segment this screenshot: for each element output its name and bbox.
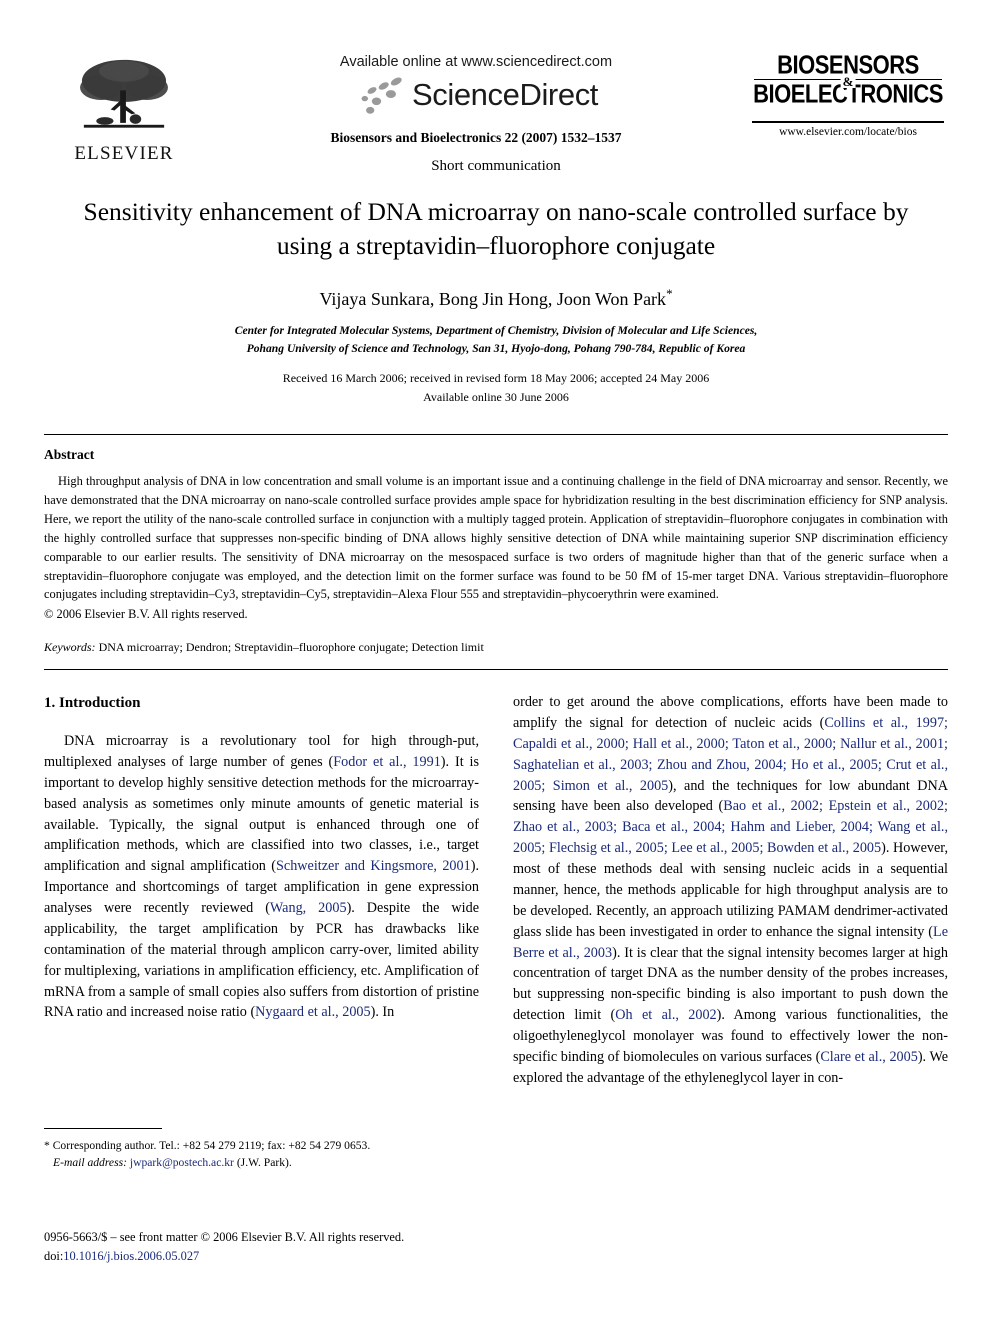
sciencedirect-wordmark: ScienceDirect bbox=[411, 77, 599, 112]
keywords: Keywords: DNA microarray; Dendron; Strep… bbox=[44, 640, 948, 655]
footnote-rule bbox=[44, 1128, 162, 1129]
email-label: E-mail address: bbox=[53, 1156, 127, 1170]
email-link[interactable]: jwpark@postech.ac.kr bbox=[130, 1156, 234, 1169]
citation-link[interactable]: Clare et al., 2005 bbox=[820, 1049, 918, 1065]
journal-logo-bottom-rule bbox=[752, 121, 944, 123]
email-note: E-mail address: jwpark@postech.ac.kr (J.… bbox=[44, 1154, 479, 1171]
journal-logo: BIOSENSORS BIOELECTRONICS & bbox=[748, 51, 948, 107]
body-text: ). It is important to develop highly sen… bbox=[44, 753, 479, 875]
abstract-heading: Abstract bbox=[44, 447, 95, 463]
body-text: ). In bbox=[370, 1004, 395, 1021]
journal-logo-ampersand: & bbox=[840, 74, 856, 89]
right-column: order to get around the above complicati… bbox=[513, 692, 948, 1089]
body-text: ). Despite the wide applicability, the t… bbox=[44, 900, 479, 1021]
journal-citation-line: Biosensors and Bioelectronics 22 (2007) … bbox=[330, 130, 622, 145]
abstract-section: Abstract High throughput analysis of DNA… bbox=[44, 435, 948, 655]
keywords-value: DNA microarray; Dendron; Streptavidin–fl… bbox=[95, 640, 484, 655]
author-list: Vijaya Sunkara, Bong Jin Hong, Joon Won … bbox=[0, 286, 992, 310]
journal-branding: BIOSENSORS BIOELECTRONICS & www.elsevier… bbox=[748, 51, 948, 138]
abstract-body: High throughput analysis of DNA in low c… bbox=[44, 474, 948, 602]
sciencedirect-swoosh-icon bbox=[361, 77, 402, 114]
corresponding-author-note: * Corresponding author. Tel.: +82 54 279… bbox=[44, 1137, 479, 1154]
intro-paragraph-right: order to get around the above complicati… bbox=[513, 692, 948, 1089]
corresponding-text: Corresponding author. Tel.: +82 54 279 2… bbox=[49, 1139, 371, 1152]
body-columns: 1. Introduction DNA microarray is a revo… bbox=[44, 692, 948, 1089]
author-names: Vijaya Sunkara, Bong Jin Hong, Joon Won … bbox=[319, 289, 667, 310]
left-column: 1. Introduction DNA microarray is a revo… bbox=[44, 692, 479, 1089]
elsevier-wordmark: ELSEVIER bbox=[74, 143, 174, 164]
footnote-area: * Corresponding author. Tel.: +82 54 279… bbox=[44, 1128, 479, 1172]
email-owner: (J.W. Park). bbox=[233, 1156, 292, 1170]
issn-line: 0956-5663/$ – see front matter © 2006 El… bbox=[44, 1230, 405, 1244]
citation-link[interactable]: Schweitzer and Kingsmore, 2001 bbox=[276, 858, 471, 874]
elsevier-tree-icon bbox=[80, 59, 168, 128]
abstract-copyright: © 2006 Elsevier B.V. All rights reserved… bbox=[44, 607, 248, 622]
affiliation: Center for Integrated Molecular Systems,… bbox=[100, 322, 892, 357]
article-history: Received 16 March 2006; received in revi… bbox=[0, 369, 992, 406]
section-heading-introduction: 1. Introduction bbox=[44, 695, 141, 712]
abstract-bottom-rule bbox=[44, 669, 948, 671]
doi-label: doi: bbox=[44, 1248, 64, 1263]
doi-line: doi:10.1016/j.bios.2006.05.027 bbox=[44, 1247, 514, 1266]
sciencedirect-branding: Available online at www.sciencedirect.co… bbox=[204, 52, 748, 146]
elsevier-branding: ELSEVIER bbox=[44, 52, 204, 165]
imprint-block: 0956-5663/$ – see front matter © 2006 El… bbox=[44, 1228, 514, 1265]
keywords-label: Keywords: bbox=[44, 640, 96, 655]
received-line: Received 16 March 2006; received in revi… bbox=[282, 371, 710, 386]
affiliation-line-1: Center for Integrated Molecular Systems,… bbox=[234, 324, 758, 338]
page-title: Sensitivity enhancement of DNA microarra… bbox=[83, 197, 909, 260]
citation-link[interactable]: Oh et al., 2002 bbox=[615, 1007, 716, 1023]
journal-url[interactable]: www.elsevier.com/locate/bios bbox=[748, 126, 948, 138]
citation-link[interactable]: Fodor et al., 1991 bbox=[333, 754, 441, 770]
available-online-line: Available online 30 June 2006 bbox=[423, 389, 569, 404]
affiliation-line-2: Pohang University of Science and Technol… bbox=[246, 341, 746, 355]
masthead: ELSEVIER Available online at www.science… bbox=[0, 0, 992, 164]
intro-paragraph-left: DNA microarray is a revolutionary tool f… bbox=[44, 731, 479, 1023]
sciencedirect-logo: ScienceDirect bbox=[204, 74, 748, 116]
citation-link[interactable]: Wang, 2005 bbox=[270, 900, 347, 916]
available-online-text: Available online at www.sciencedirect.co… bbox=[339, 54, 613, 70]
citation-link[interactable]: Nygaard et al., 2005 bbox=[255, 1004, 370, 1020]
article-page: ELSEVIER Available online at www.science… bbox=[0, 0, 992, 1323]
author-footnote-marker[interactable]: * bbox=[666, 286, 673, 301]
doi-link[interactable]: 10.1016/j.bios.2006.05.027 bbox=[63, 1249, 199, 1263]
